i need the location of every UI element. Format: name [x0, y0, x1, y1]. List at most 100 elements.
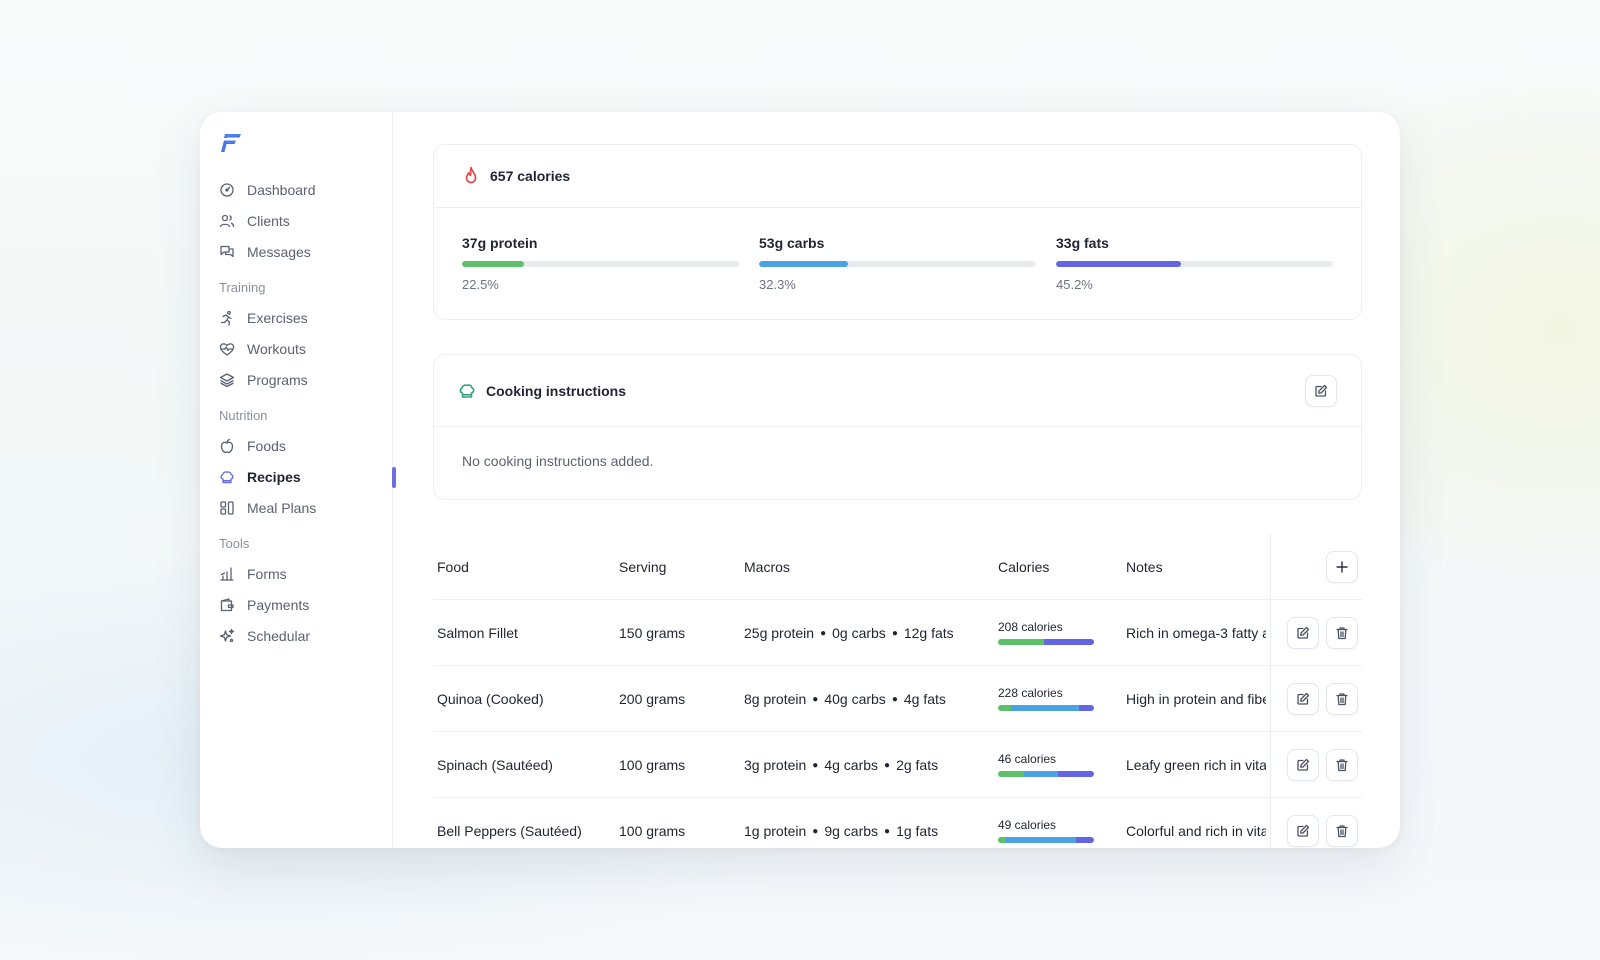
- table-row[interactable]: Salmon Fillet 150 grams 25g protein ● 0g car…: [433, 600, 1362, 666]
- carbs-amount: 4g carbs: [824, 756, 879, 773]
- calories-cell: 208 calories: [998, 620, 1126, 645]
- separator-dot: ●: [812, 826, 819, 838]
- macro-progress-bar: [462, 261, 739, 267]
- edit-food-button[interactable]: [1287, 616, 1319, 649]
- messages-icon: [219, 244, 235, 260]
- chef-hat-icon: [458, 382, 476, 400]
- app-logo[interactable]: [219, 132, 243, 154]
- wallet-icon: [219, 597, 235, 613]
- delete-food-button[interactable]: [1326, 682, 1358, 715]
- sidebar-item-clients[interactable]: Clients: [219, 205, 392, 236]
- macro-label: 33g fats: [1056, 235, 1109, 251]
- macro-percent: 45.2%: [1056, 277, 1093, 292]
- macro-progress-bar: [1056, 261, 1333, 267]
- actions-column: [1270, 534, 1362, 848]
- fats-amount: 1g fats: [896, 822, 939, 839]
- sidebar-item-forms[interactable]: Forms: [219, 558, 392, 589]
- table-row[interactable]: Spinach (Sautéed) 100 grams 3g protein ● 4g …: [433, 732, 1362, 798]
- sidebar-item-label: Meal Plans: [247, 499, 317, 516]
- calories-cell: 228 calories: [998, 686, 1126, 711]
- actions-header: [1271, 534, 1362, 600]
- sidebar-item-exercises[interactable]: Exercises: [219, 302, 392, 333]
- macro-percent: 22.5%: [462, 277, 499, 292]
- heart-pulse-icon: [219, 341, 235, 357]
- edit-food-button[interactable]: [1287, 814, 1319, 847]
- cooking-empty-text: No cooking instructions added.: [462, 453, 654, 469]
- main-content: 657 calories 37g protein 22.5% 53g carbs 32…: [393, 112, 1400, 848]
- sidebar-item-recipes[interactable]: Recipes: [219, 461, 396, 492]
- sidebar-item-workouts[interactable]: Workouts: [219, 333, 392, 364]
- sidebar-item-schedular[interactable]: Schedular: [219, 620, 392, 651]
- sidebar-item-payments[interactable]: Payments: [219, 589, 392, 620]
- sidebar-item-foods[interactable]: Foods: [219, 430, 392, 461]
- macro-progress-fill: [759, 261, 849, 267]
- separator-dot: ●: [891, 694, 898, 706]
- delete-food-button[interactable]: [1326, 748, 1358, 781]
- row-actions: [1271, 600, 1362, 666]
- running-icon: [219, 310, 235, 326]
- sidebar-item-dashboard[interactable]: Dashboard: [219, 174, 392, 205]
- macro-breakdown: 8g protein ● 40g carbs ● 4g fats: [744, 691, 998, 707]
- edit-food-button[interactable]: [1287, 682, 1319, 715]
- edit-icon: [1315, 384, 1328, 397]
- macro-label: 37g protein: [462, 235, 538, 251]
- add-food-button[interactable]: [1326, 550, 1358, 583]
- macro-breakdown: 3g protein ● 4g carbs ● 2g fats: [744, 757, 998, 773]
- section-label-tools: Tools: [219, 536, 250, 551]
- col-serving-header: Serving: [619, 558, 667, 575]
- sidebar-item-programs[interactable]: Programs: [219, 364, 392, 395]
- calories-total: 657 calories: [490, 168, 571, 184]
- cooking-header: Cooking instructions: [434, 355, 1361, 427]
- fats-amount: 2g fats: [896, 756, 939, 773]
- col-calories-header: Calories: [998, 558, 1050, 575]
- calories-card: 657 calories 37g protein 22.5% 53g carbs 32…: [433, 144, 1362, 320]
- table-header: Food Serving Macros Calories Notes: [433, 534, 1362, 600]
- sidebar-item-label: Programs: [247, 371, 308, 388]
- app-window: Dashboard Clients Messages Training Exerci…: [200, 112, 1400, 848]
- plus-icon: [1336, 560, 1348, 573]
- sidebar-item-label: Schedular: [247, 627, 311, 644]
- fats-amount: 12g fats: [903, 624, 954, 641]
- macro-stat: 53g carbs 32.3%: [759, 235, 1036, 292]
- macro-summary: 37g protein 22.5% 53g carbs 32.3% 33g fats 45…: [434, 208, 1361, 292]
- macro-percent: 32.3%: [759, 277, 796, 292]
- row-actions: [1271, 666, 1362, 732]
- edit-instructions-button[interactable]: [1305, 374, 1337, 407]
- edit-food-button[interactable]: [1287, 748, 1319, 781]
- macro-progress-fill: [462, 261, 525, 267]
- food-name: Quinoa (Cooked): [437, 690, 544, 707]
- fats-amount: 4g fats: [903, 690, 946, 707]
- meal-plan-icon: [219, 500, 235, 516]
- carbs-amount: 9g carbs: [824, 822, 879, 839]
- delete-food-button[interactable]: [1326, 814, 1358, 847]
- separator-dot: ●: [891, 628, 898, 640]
- protein-segment: [998, 771, 1024, 777]
- edit-icon: [1297, 692, 1310, 705]
- trash-icon: [1336, 824, 1348, 837]
- macro-breakdown: 1g protein ● 9g carbs ● 1g fats: [744, 823, 998, 839]
- table-row[interactable]: Bell Peppers (Sautéed) 100 grams 1g protei…: [433, 798, 1362, 848]
- protein-amount: 1g protein: [744, 822, 807, 839]
- carbs-segment: [1023, 771, 1058, 777]
- separator-dot: ●: [884, 760, 891, 772]
- calories-value: 46 calories: [998, 752, 1057, 766]
- macro-stat: 37g protein 22.5%: [462, 235, 739, 292]
- sparkle-icon: [219, 628, 235, 644]
- protein-amount: 8g protein: [744, 690, 807, 707]
- sidebar-item-meal-plans[interactable]: Meal Plans: [219, 492, 392, 523]
- col-notes-header: Notes: [1126, 558, 1163, 575]
- col-food-header: Food: [437, 558, 469, 575]
- serving-size: 100 grams: [619, 822, 686, 839]
- table-row[interactable]: Quinoa (Cooked) 200 grams 8g protein ● 40g c…: [433, 666, 1362, 732]
- separator-dot: ●: [812, 760, 819, 772]
- edit-icon: [1297, 626, 1310, 639]
- sidebar-item-messages[interactable]: Messages: [219, 236, 392, 267]
- delete-food-button[interactable]: [1326, 616, 1358, 649]
- calories-value: 228 calories: [998, 686, 1063, 700]
- sidebar: Dashboard Clients Messages Training Exerci…: [200, 112, 396, 848]
- separator-dot: ●: [812, 694, 819, 706]
- calories-header: 657 calories: [434, 145, 1361, 208]
- sidebar-item-label: Payments: [247, 596, 310, 613]
- food-name: Bell Peppers (Sautéed): [437, 822, 582, 839]
- sidebar-item-label: Exercises: [247, 309, 308, 326]
